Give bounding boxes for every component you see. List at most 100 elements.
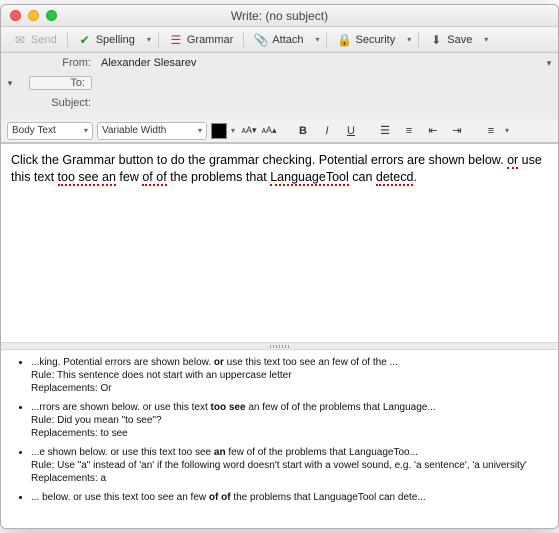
window-title: Write: (no subject) [1,9,558,23]
issue-item[interactable]: ... below. or use this text too see an f… [31,491,548,504]
security-dropdown-icon[interactable]: ▾ [404,35,414,45]
grip-icon [270,345,290,348]
compose-window: Write: (no subject) ✉ Send ✔ Spelling ▾ … [0,4,559,529]
indent-button[interactable]: ⇥ [447,122,467,140]
grammar-issues-panel[interactable]: ...king. Potential errors are shown belo… [1,350,558,528]
lock-icon: 🔒 [337,33,351,47]
separator [418,32,419,48]
underline-button[interactable]: U [341,122,361,140]
header-expand-icon[interactable]: ▾ [1,78,19,89]
message-body-editor[interactable]: Click the Grammar button to do the gramm… [1,144,558,342]
save-dropdown-icon[interactable]: ▾ [481,35,491,45]
grammar-error[interactable]: or [507,153,518,169]
separator [67,32,68,48]
from-label: From: [19,57,97,69]
from-dropdown-icon[interactable]: ▾ [540,58,558,69]
security-label: Security [355,34,395,46]
chevron-down-icon: ▾ [84,126,88,135]
save-button[interactable]: ⬇ Save [423,31,478,49]
chevron-down-icon: ▾ [198,126,202,135]
issue-rule: Rule: This sentence does not start with … [31,369,548,382]
issue-replacements: Replacements: a [31,472,548,485]
separator [243,32,244,48]
outdent-button[interactable]: ⇤ [423,122,443,140]
number-list-button[interactable]: ≡ [399,122,419,140]
font-family-label: Variable Width [102,125,166,136]
check-icon: ✔ [78,33,92,47]
body-text: the problems that [167,170,271,184]
font-size-group: ᴀA▾ ᴀA▴ [239,122,279,140]
bullet-list-button[interactable]: ☰ [375,122,395,140]
window-controls [1,10,57,21]
issue-rule: Rule: Did you mean "to see"? [31,414,548,427]
send-icon: ✉ [13,33,27,47]
subject-label: Subject: [19,97,97,109]
issue-context: ... below. or use this text too see an f… [31,492,426,503]
to-row: ▾ To: [1,73,558,93]
issue-item[interactable]: ...rrors are shown below. or use this te… [31,401,548,440]
issue-context: ...e shown below. or use this text too s… [31,447,418,458]
attach-dropdown-icon[interactable]: ▾ [312,35,322,45]
save-label: Save [447,34,472,46]
to-label[interactable]: To: [29,76,92,90]
body-text: few [116,170,142,184]
italic-button[interactable]: I [317,122,337,140]
font-family-select[interactable]: Variable Width ▾ [97,122,207,140]
subject-input[interactable] [101,97,554,109]
spell-error[interactable]: detecd [376,170,414,186]
subject-field[interactable] [97,97,558,109]
to-field[interactable] [96,77,558,89]
close-icon[interactable] [10,10,21,21]
issues-list: ...king. Potential errors are shown belo… [19,356,548,504]
text-color-swatch[interactable] [211,123,227,139]
body-text: can [349,170,376,184]
issue-item[interactable]: ...e shown below. or use this text too s… [31,446,548,485]
grammar-icon: ☰ [169,33,183,47]
spelling-label: Spelling [96,34,135,46]
body-text: . [413,170,416,184]
bold-button[interactable]: B [293,122,313,140]
save-icon: ⬇ [429,33,443,47]
format-toolbar: Body Text ▾ Variable Width ▾ ▾ ᴀA▾ ᴀA▴ B… [1,119,558,143]
align-button[interactable]: ≡ [481,122,501,140]
from-row: From: Alexander Slesarev ▾ [1,53,558,73]
chevron-down-icon[interactable]: ▾ [505,126,509,135]
spell-error[interactable]: LanguageTool [270,170,349,186]
decrease-size-button[interactable]: ᴀA▾ [239,122,259,140]
issue-rule: Rule: Use "a" instead of 'an' if the fol… [31,459,548,472]
from-value[interactable]: Alexander Slesarev [97,57,540,69]
to-input[interactable] [100,77,554,89]
paragraph-style-label: Body Text [12,125,56,136]
grammar-label: Grammar [187,34,233,46]
grammar-button[interactable]: ☰ Grammar [163,31,239,49]
spelling-button[interactable]: ✔ Spelling [72,31,141,49]
issue-replacements: Replacements: Or [31,382,548,395]
splitter-handle[interactable] [1,342,558,350]
increase-size-button[interactable]: ᴀA▴ [259,122,279,140]
issue-item[interactable]: ...king. Potential errors are shown belo… [31,356,548,395]
attach-button[interactable]: 📎 Attach [248,31,309,49]
body-paragraph[interactable]: Click the Grammar button to do the gramm… [11,152,548,186]
grammar-error[interactable]: an [102,170,116,186]
security-button[interactable]: 🔒 Security [331,31,401,49]
issue-replacements: Replacements: to see [31,427,548,440]
attach-label: Attach [272,34,303,46]
body-text: Click the Grammar button to do the gramm… [11,153,507,167]
zoom-icon[interactable] [46,10,57,21]
grammar-error[interactable]: of of [142,170,166,186]
titlebar[interactable]: Write: (no subject) [1,5,558,27]
grammar-error[interactable]: too see [58,170,99,186]
paragraph-style-select[interactable]: Body Text ▾ [7,122,93,140]
chevron-down-icon[interactable]: ▾ [231,126,235,135]
issue-context: ...king. Potential errors are shown belo… [31,357,398,368]
message-headers: From: Alexander Slesarev ▾ ▾ To: Subject… [1,53,558,144]
send-label: Send [31,34,57,46]
spelling-dropdown-icon[interactable]: ▾ [144,35,154,45]
send-button[interactable]: ✉ Send [7,31,63,49]
issue-context: ...rrors are shown below. or use this te… [31,402,436,413]
separator [326,32,327,48]
minimize-icon[interactable] [28,10,39,21]
separator [158,32,159,48]
main-toolbar: ✉ Send ✔ Spelling ▾ ☰ Grammar 📎 Attach ▾… [1,27,558,53]
subject-row: Subject: [1,93,558,113]
